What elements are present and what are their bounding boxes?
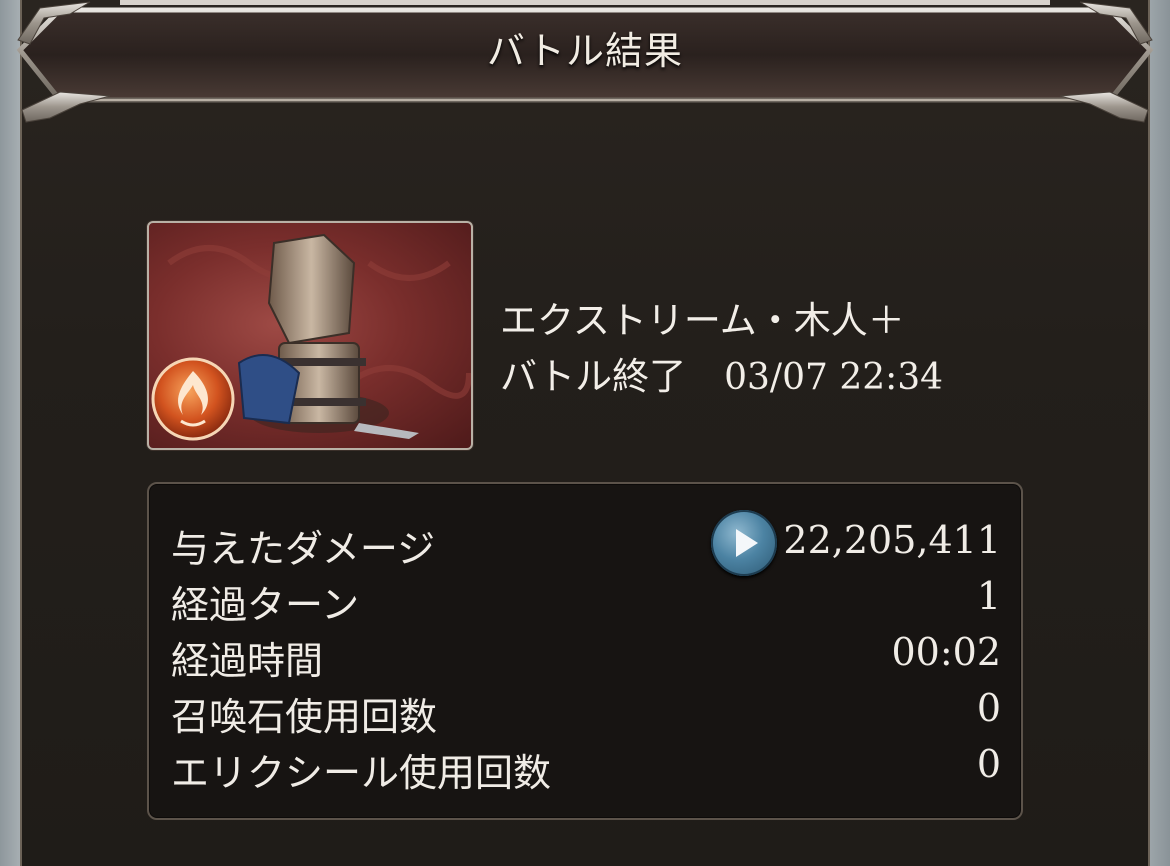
stat-value: 00:02 — [891, 630, 1001, 674]
stat-label: 経過時間 — [171, 639, 324, 683]
stat-label: 経過ターン — [171, 583, 360, 627]
stat-value: 0 — [976, 686, 1001, 730]
stat-label: 与えたダメージ — [171, 527, 436, 571]
stat-row-damage: 与えたダメージ 22,205,411 — [171, 510, 1001, 576]
stat-row-elixirs: エリクシール使用回数 0 — [171, 742, 1001, 795]
battle-datetime: 03/07 22:34 — [724, 357, 944, 398]
stat-value: 1 — [976, 574, 1001, 618]
stat-label: 召喚石使用回数 — [171, 695, 438, 739]
battle-status-label: バトル終了 — [500, 355, 687, 398]
battle-status: バトル終了 03/07 22:34 — [500, 346, 943, 400]
stat-label: エリクシール使用回数 — [171, 751, 552, 795]
stat-row-summons: 召喚石使用回数 0 — [171, 686, 1001, 739]
enemy-name: エクストリーム・木人＋ — [500, 299, 905, 342]
damage-detail-button[interactable] — [711, 510, 777, 576]
screen: バトル結果 エクストリーム・木人＋ バトル終了 03/07 22:34 与えたダ… — [0, 0, 1170, 866]
stat-value: 0 — [976, 742, 1001, 786]
stat-row-time: 経過時間 00:02 — [171, 630, 1001, 683]
play-icon — [736, 529, 758, 557]
stats-box: 与えたダメージ 22,205,411 経過ターン 1 経過時間 00:02 召喚… — [147, 482, 1023, 820]
stat-row-turns: 経過ターン 1 — [171, 574, 1001, 627]
enemy-thumbnail — [147, 221, 473, 450]
page-title: バトル結果 — [486, 29, 684, 73]
stat-value: 22,205,411 — [783, 518, 1001, 562]
